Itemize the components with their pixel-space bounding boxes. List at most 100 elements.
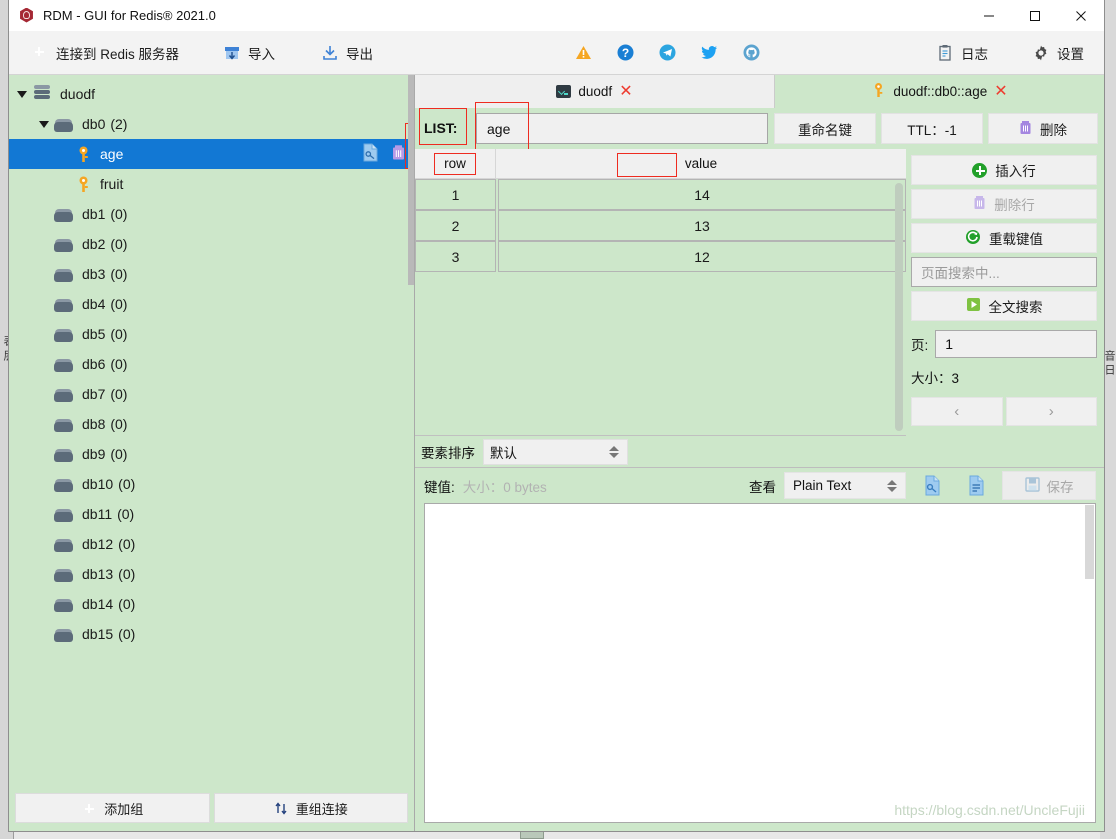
tree-item-fruit[interactable]: fruit (9, 169, 414, 199)
table-cell-row[interactable]: 3 (415, 241, 496, 272)
tree-item-db4[interactable]: db4 (0) (9, 289, 414, 319)
previous-page-button[interactable]: ‹ (911, 397, 1003, 426)
export-button[interactable]: 导出 (317, 31, 377, 75)
column-header-row[interactable]: row (415, 149, 496, 178)
delete-key-button[interactable]: 删除 (988, 113, 1098, 144)
tree-item-db11[interactable]: db11 (0) (9, 499, 414, 529)
log-button[interactable]: 日志 (932, 31, 992, 75)
tree-item-db8[interactable]: db8 (0) (9, 409, 414, 439)
value-table-scrollbar[interactable] (895, 183, 903, 431)
trash-icon (1019, 120, 1032, 138)
next-page-button[interactable]: › (1005, 397, 1097, 426)
sidebar-scrollbar[interactable] (408, 75, 414, 831)
help-icon[interactable]: ? (616, 43, 635, 62)
close-icon[interactable]: ✕ (619, 83, 632, 100)
edit-key-icon[interactable] (362, 143, 379, 165)
value-editor-scrollbar[interactable] (1085, 505, 1094, 579)
tree-item-db15[interactable]: db15 (0) (9, 619, 414, 649)
value-table-body[interactable]: 1 14 2 13 3 12 (415, 179, 906, 435)
floppy-icon (1024, 476, 1040, 495)
connect-to-redis-button[interactable]: 连接到 Redis 服务器 (27, 31, 183, 75)
view-label: 查看 (749, 479, 776, 495)
reload-value-button[interactable]: 重载键值 (911, 223, 1097, 253)
database-icon (53, 326, 75, 342)
close-icon[interactable] (1058, 0, 1104, 31)
table-row[interactable]: 3 12 (415, 241, 906, 272)
table-row[interactable]: 2 13 (415, 210, 906, 241)
ttl-label: TTL：-1 (907, 122, 957, 138)
key-name-input[interactable]: age (475, 102, 768, 154)
settings-button[interactable]: 设置 (1028, 31, 1088, 75)
watermark-text: https://blog.csdn.net/UncleFujii (894, 802, 1085, 818)
column-header-value-label: value (684, 156, 718, 171)
plus-circle-icon (31, 44, 49, 62)
telegram-icon[interactable] (658, 43, 677, 62)
value-editor[interactable]: https://blog.csdn.net/UncleFujii (424, 503, 1096, 823)
tree-item-db14[interactable]: db14 (0) (9, 589, 414, 619)
table-cell-row[interactable]: 1 (415, 179, 496, 210)
sort-value: 默认 (490, 445, 517, 461)
value-label: 键值: (424, 479, 455, 495)
window-title: RDM - GUI for Redis® 2021.0 (43, 8, 216, 23)
chevron-down-icon[interactable] (37, 117, 51, 131)
tab-duodf[interactable]: duodf ✕ (415, 75, 775, 108)
tree-item-db6[interactable]: db6 (0) (9, 349, 414, 379)
tab-duodf-db0-age[interactable]: duodf::db0::age ✕ (775, 75, 1104, 108)
log-label: 日志 (961, 46, 988, 62)
table-cell-row[interactable]: 2 (415, 210, 496, 241)
full-text-search-button[interactable]: 全文搜索 (911, 291, 1097, 321)
plus-circle-icon (81, 801, 96, 816)
minimize-icon[interactable] (966, 0, 1012, 31)
value-size-label: 大小：0 bytes (462, 479, 547, 495)
rename-key-button[interactable]: 重命名键 (774, 113, 876, 144)
save-button[interactable]: 保存 (1002, 471, 1096, 500)
github-icon[interactable] (742, 43, 761, 62)
tree-item-duodf[interactable]: duodf (9, 79, 414, 109)
table-cell-value[interactable]: 14 (498, 179, 906, 210)
delete-row-button[interactable]: 删除行 (911, 189, 1097, 219)
view-format-select[interactable]: Plain Text (784, 472, 906, 499)
twitter-icon[interactable] (700, 43, 719, 62)
page-search-input[interactable]: 页面搜索中... (911, 257, 1097, 287)
tree-item-db3[interactable]: db3 (0) (9, 259, 414, 289)
sidebar-footer: 添加组 重组连接 (9, 791, 414, 831)
annotation-box-value-column (617, 153, 677, 177)
tree-row-actions (362, 139, 406, 169)
warning-icon[interactable] (574, 43, 593, 62)
table-row[interactable]: 1 14 (415, 179, 906, 210)
sidebar-scrollbar-thumb[interactable] (408, 75, 414, 285)
page-number-input[interactable]: 1 (935, 330, 1097, 358)
tree-item-db13[interactable]: db13 (0) (9, 559, 414, 589)
connection-tree[interactable]: duodf db0 (2) age fruit db1 (0) db2 (0) db3 (0) db4… (9, 75, 414, 791)
text-document-icon[interactable] (958, 472, 994, 499)
tree-item-db5[interactable]: db5 (0) (9, 319, 414, 349)
tree-item-label: db6 (82, 356, 106, 372)
tree-item-db2[interactable]: db2 (0) (9, 229, 414, 259)
insert-row-button[interactable]: 插入行 (911, 155, 1097, 185)
tree-item-db1[interactable]: db1 (0) (9, 199, 414, 229)
tree-item-db10[interactable]: db10 (0) (9, 469, 414, 499)
reorder-label: 重组连接 (295, 801, 348, 817)
tree-item-db12[interactable]: db12 (0) (9, 529, 414, 559)
add-group-button[interactable]: 添加组 (15, 793, 210, 823)
delete-key-icon[interactable] (391, 144, 406, 164)
key-document-icon[interactable] (914, 472, 950, 499)
sort-select[interactable]: 默认 (483, 438, 628, 465)
add-group-label: 添加组 (104, 801, 144, 817)
import-button[interactable]: 导入 (219, 31, 279, 75)
reorder-connections-button[interactable]: 重组连接 (213, 793, 408, 823)
close-icon[interactable]: ✕ (994, 83, 1007, 100)
table-cell-value[interactable]: 12 (498, 241, 906, 272)
table-cell-value[interactable]: 13 (498, 210, 906, 241)
ttl-button[interactable]: TTL：-1 (881, 113, 983, 144)
tree-item-db0[interactable]: db0 (2) (9, 109, 414, 139)
chevron-down-icon[interactable] (15, 87, 29, 101)
tree-item-age[interactable]: age (9, 123, 414, 169)
page-search-placeholder: 页面搜索中... (921, 266, 1000, 281)
value-table-scrollbar-thumb[interactable] (895, 183, 903, 431)
column-header-value[interactable]: value (496, 149, 906, 178)
tree-item-db9[interactable]: db9 (0) (9, 439, 414, 469)
tree-item-db7[interactable]: db7 (0) (9, 379, 414, 409)
maximize-icon[interactable] (1012, 0, 1058, 31)
